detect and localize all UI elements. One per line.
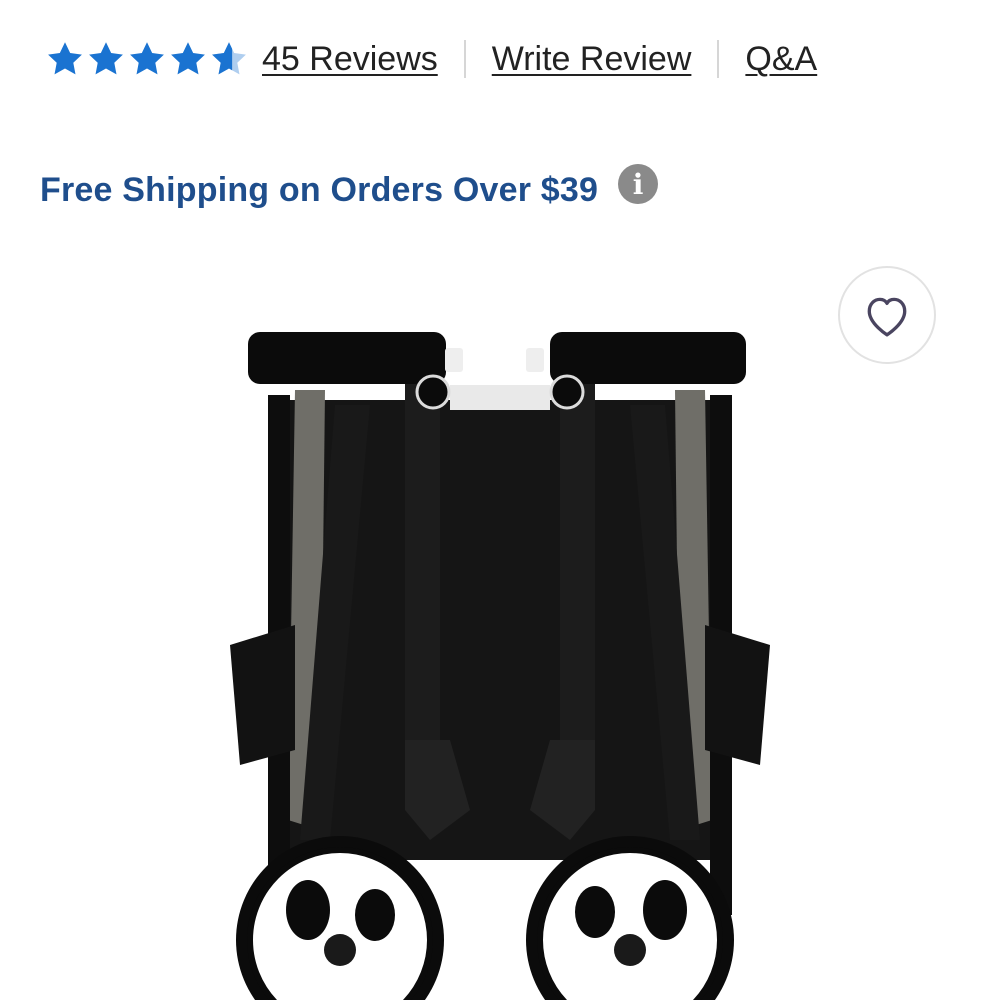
shipping-banner: Free Shipping on Orders Over $39 i <box>40 164 659 210</box>
divider <box>463 40 466 78</box>
half-star-icon <box>210 41 248 77</box>
star-icon <box>46 41 84 77</box>
star-rating[interactable] <box>46 41 248 77</box>
qa-link[interactable]: Q&A <box>745 40 817 79</box>
shipping-text: Free Shipping on Orders Over $39 <box>40 170 599 209</box>
reviews-link[interactable]: 45 Reviews <box>262 40 438 79</box>
star-icon <box>128 41 166 77</box>
write-review-link[interactable]: Write Review <box>492 40 692 79</box>
star-icon <box>87 41 125 77</box>
divider <box>717 40 720 78</box>
product-image[interactable] <box>200 300 800 1005</box>
star-icon <box>169 41 207 77</box>
favorite-button[interactable] <box>838 266 936 364</box>
heart-outline-icon <box>867 297 907 337</box>
info-icon[interactable]: i <box>618 164 659 204</box>
rating-row: 45 Reviews Write Review Q&A <box>46 34 817 84</box>
